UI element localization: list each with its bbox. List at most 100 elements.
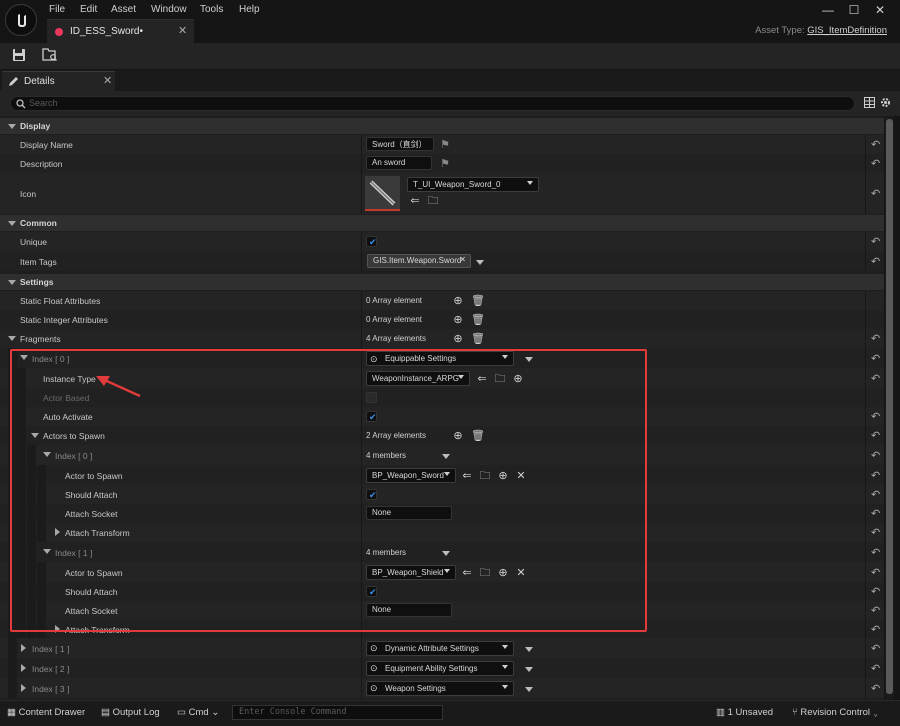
reset-to-default-icon[interactable]: ↶ — [871, 157, 880, 170]
expand-arrow-icon[interactable] — [21, 684, 26, 692]
reset-to-default-icon[interactable]: ↶ — [871, 469, 880, 482]
reset-to-default-icon[interactable]: ↶ — [871, 410, 880, 423]
menu-edit[interactable]: Edit — [80, 4, 97, 15]
icon-thumbnail[interactable] — [365, 176, 400, 211]
asset-type-link[interactable]: GIS_ItemDefinition — [807, 25, 887, 36]
content-drawer-label: Content Drawer — [18, 707, 86, 718]
output-log-button[interactable]: ▤ Output Log — [101, 707, 160, 718]
revision-control-icon: ⑂ — [792, 707, 798, 718]
display-name-field[interactable]: Sword（直剑） — [366, 137, 434, 151]
unreal-logo-icon[interactable] — [5, 4, 37, 36]
scrollbar-thumb[interactable] — [886, 119, 893, 694]
category-display[interactable]: Display — [0, 118, 884, 134]
reset-to-default-icon[interactable]: ↶ — [871, 255, 880, 268]
expand-arrow-icon[interactable] — [21, 644, 26, 652]
menu-asset[interactable]: Asset — [111, 4, 136, 15]
document-tab[interactable]: ID_ESS_Sword• ✕ — [47, 19, 194, 43]
reset-to-default-icon[interactable]: ↶ — [871, 623, 880, 636]
property-label: Unique — [20, 237, 47, 247]
delete-all-icon[interactable]: 🗑 — [471, 333, 485, 345]
console-input[interactable]: Enter Console Command — [232, 705, 443, 720]
expand-arrow-icon[interactable] — [21, 664, 26, 672]
browse-folder-icon[interactable]: 🗀 — [427, 195, 439, 207]
close-details-icon[interactable]: ✕ — [103, 74, 112, 87]
element-options-icon[interactable] — [525, 667, 533, 672]
panel-tab-bar — [0, 70, 900, 91]
category-label: Display — [20, 121, 51, 131]
reset-to-default-icon[interactable]: ↶ — [871, 604, 880, 617]
reset-to-default-icon[interactable]: ↶ — [871, 546, 880, 559]
category-settings[interactable]: Settings — [0, 274, 884, 290]
unsaved-button[interactable]: ▥ 1 Unsaved — [716, 707, 773, 718]
fragment-type-combo[interactable]: Weapon Settings — [366, 681, 514, 696]
unique-checkbox[interactable]: ✔ — [366, 236, 377, 247]
menu-window[interactable]: Window — [151, 4, 187, 15]
reset-to-default-icon[interactable]: ↶ — [871, 352, 880, 365]
delete-all-icon[interactable]: 🗑 — [471, 295, 485, 307]
tag-dropdown-icon[interactable] — [476, 260, 484, 265]
fragment-index-3: Index [ 3 ] Weapon Settings ↶ — [0, 678, 884, 698]
reset-to-default-icon[interactable]: ↶ — [871, 526, 880, 539]
localize-flag-icon[interactable]: ⚑ — [439, 139, 451, 151]
unsaved-label: 1 Unsaved — [727, 707, 774, 718]
search-input[interactable]: Search — [10, 96, 855, 111]
property-label: Icon — [20, 189, 37, 199]
reset-to-default-icon[interactable]: ↶ — [871, 507, 880, 520]
cmd-button[interactable]: ▭ Cmd ⌄ — [177, 707, 219, 718]
reset-to-default-icon[interactable]: ↶ — [871, 566, 880, 579]
reset-to-default-icon[interactable]: ↶ — [871, 235, 880, 248]
element-options-icon[interactable] — [525, 687, 533, 692]
fragment-type-combo[interactable]: Equipment Ability Settings — [366, 661, 514, 676]
fragment-type-combo[interactable]: Dynamic Attribute Settings — [366, 641, 514, 656]
settings-gear-icon[interactable] — [880, 97, 891, 110]
menu-tools[interactable]: Tools — [200, 4, 223, 15]
close-tab-icon[interactable]: ✕ — [178, 24, 187, 37]
property-label: Description — [20, 159, 63, 169]
item-tag-chip[interactable]: GIS.Item.Weapon.Sword ✕ — [367, 254, 471, 268]
description-field[interactable]: An sword — [366, 156, 432, 170]
collapse-arrow-icon[interactable] — [8, 124, 16, 129]
reset-to-default-icon[interactable]: ↶ — [871, 682, 880, 695]
collapse-arrow-icon[interactable] — [8, 336, 16, 341]
details-tab-label: Details — [24, 76, 55, 87]
category-label: Common — [20, 218, 57, 228]
tab-details[interactable]: Details ✕ — [2, 71, 115, 91]
delete-all-icon[interactable]: 🗑 — [471, 314, 485, 326]
reset-to-default-icon[interactable]: ↶ — [871, 662, 880, 675]
reset-to-default-icon[interactable]: ↶ — [871, 187, 880, 200]
reset-to-default-icon[interactable]: ↶ — [871, 138, 880, 151]
revision-control-button[interactable]: ⑂ Revision Control ⌄ — [792, 707, 878, 718]
asset-type-label: Asset Type: — [755, 25, 805, 36]
add-element-icon[interactable]: ⊕ — [452, 314, 464, 326]
menu-file[interactable]: File — [49, 4, 65, 15]
icon-asset-combo[interactable]: T_UI_Weapon_Sword_0 — [407, 177, 539, 192]
use-selected-icon[interactable]: ⇐ — [409, 195, 421, 207]
add-element-icon[interactable]: ⊕ — [452, 295, 464, 307]
minimize-button[interactable]: — — [817, 2, 839, 18]
browse-asset-icon[interactable] — [42, 48, 58, 64]
content-drawer-icon: ▦ — [7, 707, 16, 718]
add-element-icon[interactable]: ⊕ — [452, 333, 464, 345]
reset-to-default-icon[interactable]: ↶ — [871, 332, 880, 345]
reset-to-default-icon[interactable]: ↶ — [871, 372, 880, 385]
reset-to-default-icon[interactable]: ↶ — [871, 449, 880, 462]
reset-to-default-icon[interactable]: ↶ — [871, 488, 880, 501]
localize-flag-icon[interactable]: ⚑ — [439, 158, 451, 170]
revision-control-label: Revision Control — [800, 707, 871, 718]
reset-to-default-icon[interactable]: ↶ — [871, 642, 880, 655]
content-drawer-button[interactable]: ▦ Content Drawer — [7, 707, 85, 718]
collapse-arrow-icon[interactable] — [8, 221, 16, 226]
maximize-button[interactable]: ☐ — [843, 2, 865, 18]
reset-to-default-icon[interactable]: ↶ — [871, 429, 880, 442]
remove-tag-icon[interactable]: ✕ — [459, 255, 466, 264]
element-options-icon[interactable] — [525, 647, 533, 652]
close-window-button[interactable]: ✕ — [869, 2, 891, 18]
cmd-label: Cmd — [188, 707, 209, 718]
save-icon[interactable] — [12, 48, 28, 64]
category-common[interactable]: Common — [0, 215, 884, 231]
output-log-icon: ▤ — [101, 707, 110, 718]
menu-help[interactable]: Help — [239, 4, 260, 15]
reset-to-default-icon[interactable]: ↶ — [871, 585, 880, 598]
collapse-arrow-icon[interactable] — [8, 280, 16, 285]
table-view-icon[interactable] — [864, 97, 875, 110]
